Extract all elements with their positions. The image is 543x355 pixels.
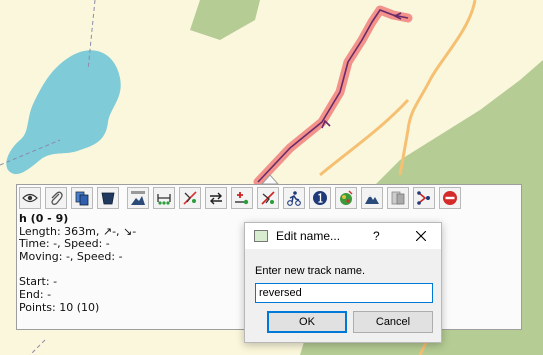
help-button[interactable]: ?	[373, 229, 380, 243]
app-map-icon	[254, 230, 268, 242]
copy-icon	[75, 191, 89, 206]
split-track-button[interactable]	[153, 187, 175, 209]
mountain-icon	[365, 195, 379, 204]
remove-point-button[interactable]	[257, 187, 279, 209]
activity-icon	[287, 191, 301, 206]
track-end: End: -	[19, 288, 52, 302]
copy-button[interactable]	[71, 187, 93, 209]
filter-track-button[interactable]	[179, 187, 201, 209]
ok-button[interactable]: OK	[267, 311, 347, 333]
attach-button[interactable]	[45, 187, 67, 209]
elevation-profile-icon	[131, 191, 145, 205]
track-info: h (0 - 9) Length: 363m, ↗-, ↘- Time: -, …	[19, 212, 136, 315]
connect-track-button[interactable]	[413, 187, 435, 209]
edit-name-dialog: Edit name... ? Enter new track name. OK …	[244, 222, 442, 343]
reverse-track-icon	[210, 192, 222, 205]
number-button[interactable]	[309, 187, 331, 209]
close-button[interactable]	[411, 226, 431, 246]
filter-track-icon	[183, 191, 197, 205]
cancel-button[interactable]: Cancel	[353, 311, 433, 333]
add-point-button[interactable]	[231, 187, 253, 209]
activity-button[interactable]	[283, 187, 305, 209]
reverse-track-button[interactable]	[205, 187, 227, 209]
color-icon	[340, 190, 353, 205]
add-point-icon	[235, 192, 249, 205]
dialog-prompt: Enter new track name.	[255, 265, 366, 277]
stop-button[interactable]	[439, 187, 461, 209]
connect-track-icon	[417, 191, 430, 205]
number-one-icon	[313, 191, 327, 205]
color-button[interactable]	[335, 187, 357, 209]
track-toolbar	[19, 187, 465, 209]
track-title: h (0 - 9)	[19, 212, 69, 225]
show-track-button[interactable]	[19, 187, 41, 209]
delete-button[interactable]	[97, 187, 119, 209]
delete-bin-icon	[101, 192, 115, 205]
stop-icon	[443, 191, 457, 205]
export-button[interactable]	[387, 187, 409, 209]
dialog-titlebar[interactable]: Edit name... ?	[245, 223, 441, 249]
elevation-profile-button[interactable]	[127, 187, 149, 209]
paperclip-icon	[51, 191, 63, 205]
split-track-icon	[157, 194, 171, 205]
close-icon	[416, 231, 426, 241]
dialog-title: Edit name...	[276, 229, 341, 243]
track-name-input[interactable]	[255, 283, 433, 303]
export-icon	[391, 191, 405, 205]
dialog-body: Enter new track name. OK Cancel	[245, 249, 441, 342]
remove-point-icon	[261, 191, 275, 205]
track-points: Points: 10 (10)	[19, 300, 100, 314]
track-moving: Moving: -, Speed: -	[19, 250, 123, 264]
eye-icon	[22, 193, 38, 203]
mountain-button[interactable]	[361, 187, 383, 209]
